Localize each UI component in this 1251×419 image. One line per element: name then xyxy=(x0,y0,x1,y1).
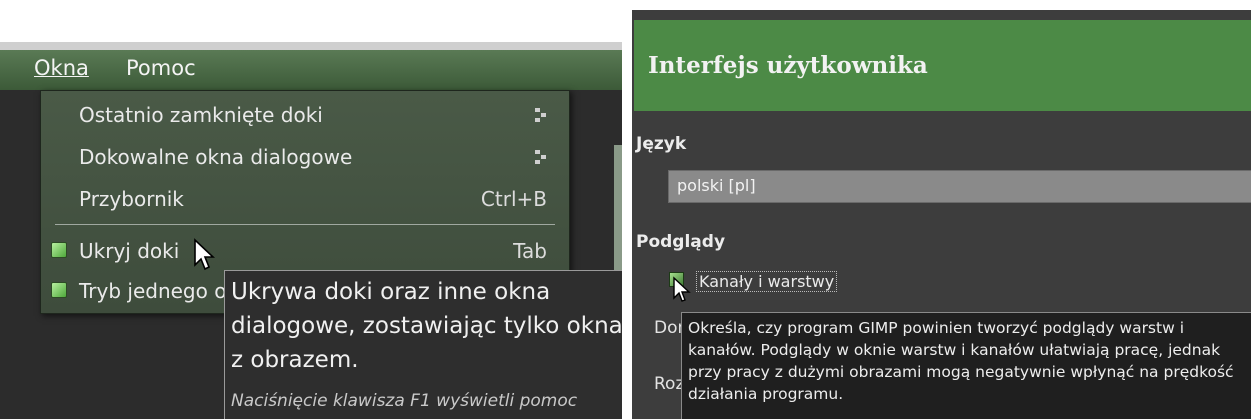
menu-item-shortcut: Ctrl+B xyxy=(480,187,547,211)
section-previews-heading: Podglądy xyxy=(636,232,726,252)
tooltip: Określa, czy program GIMP powinien tworz… xyxy=(681,312,1251,419)
menu-pomoc-label: Pomoc xyxy=(126,56,196,80)
mouse-cursor-icon xyxy=(194,238,216,271)
menu-okna-label: Okna xyxy=(34,56,89,80)
menu-item-label: Ukryj doki xyxy=(79,239,180,263)
mouse-cursor-icon xyxy=(673,276,691,302)
menu-item-recently-closed-docks[interactable]: Ostatnio zamknięte doki xyxy=(41,95,569,135)
menu-pomoc[interactable]: Pomoc xyxy=(126,56,196,80)
menu-item-label: Przybornik xyxy=(79,187,184,211)
truncated-label: Roz xyxy=(654,374,685,394)
menu-item-label: Dokowalne okna dialogowe xyxy=(79,145,353,169)
checkbox-checked-icon xyxy=(51,242,67,258)
window-top-edge xyxy=(0,42,622,50)
menu-item-dockable-dialogs[interactable]: Dokowalne okna dialogowe xyxy=(41,137,569,177)
section-language-heading: Język xyxy=(636,134,687,154)
menu-item-label: Ostatnio zamknięte doki xyxy=(79,103,323,127)
language-select[interactable]: polski [pl] xyxy=(668,170,1251,203)
menu-item-label: Tryb jednego o xyxy=(79,279,227,303)
layers-channels-label[interactable]: Kanały i warstwy xyxy=(696,271,838,292)
tooltip: Ukrywa doki oraz inne okna dialogowe, zo… xyxy=(224,270,622,419)
language-value: polski [pl] xyxy=(677,176,756,195)
tooltip-help-hint: Naciśnięcie klawisza F1 wyświetli pomoc xyxy=(231,391,578,411)
checkbox-checked-icon xyxy=(51,282,67,298)
menu-okna[interactable]: Okna xyxy=(34,56,89,80)
menu-item-hide-docks[interactable]: Ukryj doki Tab xyxy=(41,231,569,271)
menu-item-toolbox[interactable]: Przybornik Ctrl+B xyxy=(41,179,569,219)
submenu-arrow-icon xyxy=(535,150,547,164)
menu-item-shortcut: Tab xyxy=(513,239,547,263)
left-screenshot: Okna Pomoc Ostatnio zamknięte doki Dokow… xyxy=(0,0,622,419)
menubar: Okna Pomoc xyxy=(0,50,622,90)
menu-separator xyxy=(55,224,555,225)
right-screenshot: Interfejs użytkownika Język polski [pl] … xyxy=(632,0,1251,419)
submenu-arrow-icon xyxy=(535,108,547,122)
top-margin xyxy=(632,0,1251,10)
tooltip-text: Ukrywa doki oraz inne okna dialogowe, zo… xyxy=(231,279,622,373)
page-title: Interfejs użytkownika xyxy=(648,52,928,79)
tooltip-text: Określa, czy program GIMP powinien tworz… xyxy=(688,319,1234,403)
